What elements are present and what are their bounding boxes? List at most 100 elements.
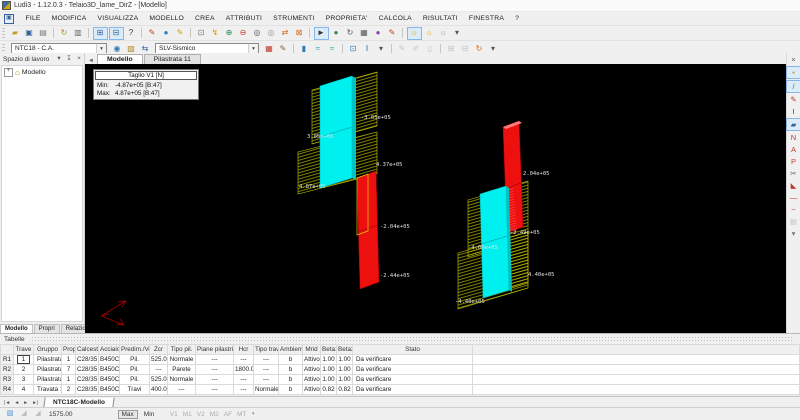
menu-proprieta[interactable]: PROPRIETA' <box>320 15 373 22</box>
column-header-tipo-pil[interactable]: Tipo pil. <box>168 345 196 355</box>
cell-mrid[interactable]: Attivo <box>303 375 321 385</box>
panel-drag-handle[interactable] <box>31 336 794 342</box>
status-button-min[interactable]: Min <box>140 410 158 419</box>
cell-piane-pilastri[interactable]: --- <box>196 365 234 375</box>
status-toggle-v1[interactable]: V1 <box>170 411 178 418</box>
table-row[interactable]: R11Pilastrata 11C28/35B450CPil.525.00Nor… <box>1 355 800 365</box>
column-header-trave[interactable]: Trave <box>14 345 34 355</box>
menu-visualizza[interactable]: VISUALIZZA <box>92 15 144 22</box>
zoom-in-icon[interactable]: ⊕ <box>223 27 236 39</box>
cell-hcr[interactable]: --- <box>234 375 254 385</box>
cell-tipo-pil[interactable]: --- <box>168 385 196 395</box>
capture-icon[interactable]: ▧ <box>4 409 17 419</box>
cell-piane-pilastri[interactable]: --- <box>196 375 234 385</box>
cell-piane-pilastri[interactable]: --- <box>196 385 234 395</box>
magnifier-minus-icon[interactable]: ◎ <box>265 27 278 39</box>
table-row[interactable]: R44Travata 12C28/35B450CTravi400.00-----… <box>1 385 800 395</box>
pencil-icon[interactable]: ✎ <box>787 94 800 105</box>
menu-item[interactable]: ? <box>510 15 525 22</box>
row-header[interactable]: R3 <box>1 375 14 385</box>
cell-trave[interactable]: 4 <box>14 385 34 395</box>
cell-beta2[interactable]: 1.00 <box>337 355 353 365</box>
chevron-down-icon[interactable]: ▾ <box>248 44 258 53</box>
menu-crea[interactable]: CREA <box>190 15 221 22</box>
save-icon[interactable]: ▣ <box>23 27 36 39</box>
light-on-icon[interactable]: ☼ <box>407 27 422 40</box>
render-solid-icon[interactable]: ● <box>372 27 385 39</box>
column-header-calcestr[interactable]: Calcestr. <box>76 345 99 355</box>
table-row[interactable]: R22Pilastrata 27C28/35B450CPil.---Parete… <box>1 365 800 375</box>
row-header[interactable]: R1 <box>1 355 14 365</box>
cell-beta1[interactable]: 1.00 <box>321 365 337 375</box>
print-preview-icon[interactable]: ▥ <box>72 27 85 39</box>
zoom-extents-icon[interactable]: ⊠ <box>293 27 306 39</box>
column-header-predim-ver[interactable]: Predim./Ver. <box>120 345 150 355</box>
cell-tipo-pil[interactable]: Normale <box>168 375 196 385</box>
cell-gruppo[interactable]: Pilastrata 1 <box>34 355 62 365</box>
cell-acciaio[interactable]: B450C <box>99 375 120 385</box>
cell-ambiente[interactable]: b <box>279 385 303 395</box>
cell-gruppo[interactable]: Travata 1 <box>34 385 62 395</box>
status-dropdown-icon[interactable]: ▾ <box>252 411 255 417</box>
panel-tab-propri[interactable]: Propri <box>34 324 60 333</box>
cell-ambiente[interactable]: b <box>279 355 303 365</box>
cell-predim-ver[interactable]: Pil. <box>120 375 150 385</box>
cell-trave[interactable]: 3 <box>14 375 34 385</box>
column-header-mrid[interactable]: Mrid <box>303 345 321 355</box>
panel-tab-modello[interactable]: Modello <box>0 324 33 333</box>
cell-calcestr[interactable]: C28/35 <box>76 365 99 375</box>
sheet-nav-3-icon[interactable]: ►| <box>30 400 40 406</box>
snap-icon[interactable]: ▪ <box>786 66 800 79</box>
render-icon[interactable]: ● <box>330 27 343 39</box>
cell-trave[interactable]: 1 <box>14 355 34 365</box>
column-header-piane-pilastri[interactable]: Piane pilastri <box>196 345 234 355</box>
cell-tipo-trave[interactable]: --- <box>254 375 279 385</box>
sheet-nav-0-icon[interactable]: |◄ <box>2 400 12 406</box>
tree-expander-icon[interactable]: + <box>4 68 13 77</box>
cell-tipo-trave[interactable]: --- <box>254 365 279 375</box>
cell-mrid[interactable]: Attivo <box>303 355 321 365</box>
cell-beta2[interactable]: 1.00 <box>337 375 353 385</box>
cell-beta1[interactable]: 1.00 <box>321 355 337 365</box>
cell-beta1[interactable]: 0.82 <box>321 385 337 395</box>
light-2-icon[interactable]: ☼ <box>423 27 436 39</box>
cell-hcr[interactable]: 1800.00 <box>234 365 254 375</box>
pen-icon[interactable]: ✎ <box>146 27 159 39</box>
flag-icon[interactable]: ◣ <box>787 180 800 191</box>
pin-icon[interactable]: ↧ <box>65 53 74 65</box>
grid-icon[interactable]: ▦ <box>358 27 371 39</box>
toolbar-grip-2[interactable] <box>2 44 5 54</box>
select-window-icon[interactable]: ⊡ <box>195 27 208 39</box>
cell-piane-pilastri[interactable]: --- <box>196 355 234 365</box>
cell-beta2[interactable]: 0.82 <box>337 385 353 395</box>
menu-calcola[interactable]: CALCOLA <box>373 15 417 22</box>
menu-risultati[interactable]: RISULTATI <box>417 15 463 22</box>
cell-acciaio[interactable]: B450C <box>99 355 120 365</box>
window-tile-icon[interactable]: ⊞ <box>93 27 108 40</box>
column-header-beta1[interactable]: Beta1 <box>321 345 337 355</box>
light-off-icon[interactable]: ☼ <box>437 27 450 39</box>
menu-modello[interactable]: MODELLO <box>144 15 190 22</box>
status-toggle-af[interactable]: AF <box>224 411 232 418</box>
lights-dropdown-icon[interactable]: ▾ <box>451 27 464 39</box>
cell-zcr[interactable]: 525.00 <box>150 375 168 385</box>
red-line-icon[interactable]: — <box>787 192 800 203</box>
draw-line-icon[interactable]: / <box>786 80 800 93</box>
magnifier-plus-icon[interactable]: ◎ <box>251 27 264 39</box>
cell-tipo-trave[interactable]: Normale <box>254 385 279 395</box>
cell-ambiente[interactable]: b <box>279 365 303 375</box>
cell-hcr[interactable]: --- <box>234 385 254 395</box>
cell-stato[interactable]: Da verificare <box>353 355 473 365</box>
cell-tipo-trave[interactable]: --- <box>254 355 279 365</box>
arc-icon[interactable]: ~ <box>787 204 800 215</box>
toolbar-grip[interactable] <box>2 28 5 38</box>
cell-hcr[interactable]: --- <box>234 355 254 365</box>
cell-zcr[interactable]: --- <box>150 365 168 375</box>
chevron-down-icon[interactable]: ▾ <box>96 44 106 53</box>
status-button-max[interactable]: Max <box>118 410 138 419</box>
column-header-zcr[interactable]: Zcr <box>150 345 168 355</box>
beam-section-icon[interactable]: I <box>787 106 800 117</box>
cell-trave[interactable]: 2 <box>14 365 34 375</box>
spin-icon[interactable]: ↻ <box>344 27 357 39</box>
more-icon[interactable]: ▾ <box>787 228 800 239</box>
